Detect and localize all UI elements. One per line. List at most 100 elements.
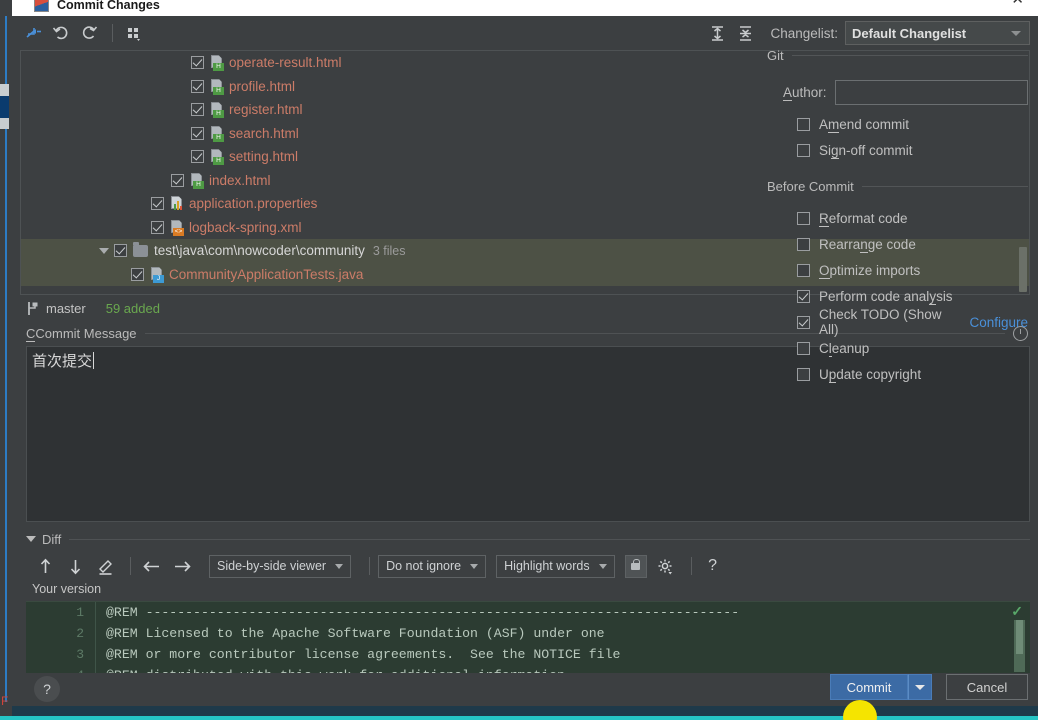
row-checkbox[interactable] xyxy=(131,267,144,281)
expand-all-icon[interactable] xyxy=(704,20,730,46)
perform-code-analysis-label: Perform code analysis xyxy=(819,288,953,305)
group-by-icon[interactable] xyxy=(121,20,147,46)
lock-icon[interactable] xyxy=(624,554,647,578)
window-titlebar: Commit Changes ✕ xyxy=(12,0,1038,16)
line-number: 1 xyxy=(76,605,84,620)
row-checkbox[interactable] xyxy=(191,150,204,164)
checkbox-rearrange-code[interactable]: Rearrange code xyxy=(797,231,1028,257)
rearrange-code-checkbox[interactable] xyxy=(797,237,810,251)
file-name: logback-spring.xml xyxy=(189,219,302,235)
previous-difference-icon[interactable] xyxy=(32,553,58,579)
inspections-ok-icon[interactable]: ✓ xyxy=(1011,603,1023,620)
author-field[interactable] xyxy=(834,80,1028,105)
show-diff-icon[interactable] xyxy=(20,20,46,46)
row-checkbox[interactable] xyxy=(151,220,164,234)
row-checkbox[interactable] xyxy=(191,56,204,70)
line-number: 2 xyxy=(76,626,84,641)
checkbox-optimize-imports[interactable]: Optimize imports xyxy=(797,257,1028,283)
ide-background-chip-a xyxy=(0,84,9,96)
idea-app-icon xyxy=(34,0,49,12)
reformat-code-checkbox[interactable] xyxy=(797,211,810,225)
question-mark-icon[interactable]: ? xyxy=(700,553,726,579)
divider xyxy=(861,185,1028,187)
dialog-button-bar: Commit Cancel xyxy=(830,674,1028,700)
check-todo-checkbox[interactable] xyxy=(797,315,810,329)
checkbox-cleanup[interactable]: Cleanup xyxy=(797,335,1028,361)
sign-off-commit-checkbox[interactable] xyxy=(797,143,810,157)
ide-background-chip-b xyxy=(0,96,9,118)
git-group-header: Git xyxy=(767,46,1028,64)
cancel-button[interactable]: Cancel xyxy=(946,674,1028,700)
rollback-icon[interactable] xyxy=(48,20,74,46)
checkbox-sign-off-commit[interactable]: Sign-off commit xyxy=(797,137,1028,163)
chevron-down-icon xyxy=(335,563,344,569)
diff-scrollbar-thumb[interactable] xyxy=(1016,620,1023,654)
viewer-mode-value: Side-by-side viewer xyxy=(217,559,327,573)
row-checkbox[interactable] xyxy=(191,79,204,93)
row-checkbox[interactable] xyxy=(171,173,184,187)
update-copyright-checkbox[interactable] xyxy=(797,367,810,381)
apply-left-icon[interactable] xyxy=(139,553,165,579)
checkbox-update-copyright[interactable]: Update copyright xyxy=(797,361,1028,387)
row-checkbox[interactable] xyxy=(191,103,204,117)
file-name: setting.html xyxy=(229,149,299,165)
annotate-icon[interactable] xyxy=(92,553,118,579)
code-line: @REM -----------------------------------… xyxy=(106,605,740,620)
configure-link[interactable]: Configure xyxy=(969,315,1028,330)
file-name: profile.html xyxy=(229,78,296,94)
next-difference-icon[interactable] xyxy=(62,553,88,579)
before-commit-group-header: Before Commit xyxy=(767,177,1028,195)
folder-icon xyxy=(133,241,148,257)
diff-section-label: Diff xyxy=(42,531,62,547)
rearrange-code-label: Rearrange code xyxy=(819,236,916,253)
row-checkbox[interactable] xyxy=(151,197,164,211)
commit-options-dropdown[interactable] xyxy=(908,674,932,700)
gear-icon[interactable] xyxy=(653,553,679,579)
amend-commit-checkbox[interactable] xyxy=(797,117,810,131)
optimize-imports-checkbox[interactable] xyxy=(797,263,810,277)
java-file-icon: J xyxy=(150,266,164,283)
xml-file-icon: <> xyxy=(170,219,184,236)
close-icon[interactable]: ✕ xyxy=(1011,0,1024,7)
chevron-down-icon[interactable] xyxy=(99,247,109,254)
viewer-mode-dropdown[interactable]: Side-by-side viewer xyxy=(209,554,352,578)
diff-code-pane[interactable]: 1 2 3 4 @REM ------------------------------… xyxy=(26,601,1030,673)
whitespace-mode-dropdown[interactable]: Do not ignore xyxy=(378,554,487,578)
file-name: register.html xyxy=(229,102,303,118)
checkbox-perform-code-analysis[interactable]: Perform code analysis xyxy=(797,283,1028,309)
html-file-icon: H xyxy=(190,172,204,189)
amend-commit-label: Amend commit xyxy=(819,116,910,133)
row-checkbox[interactable] xyxy=(114,244,127,258)
toolbar-separator xyxy=(130,557,131,575)
reformat-code-label: Reformat code xyxy=(819,210,908,227)
refresh-icon[interactable] xyxy=(76,20,102,46)
file-name: CommunityApplicationTests.java xyxy=(169,266,364,282)
update-copyright-label: Update copyright xyxy=(819,366,922,383)
checkbox-check-todo[interactable]: Check TODO (Show All) Configure xyxy=(797,307,1028,337)
commit-changes-dialog: Changelist: Default Changelist Hoperate-… xyxy=(12,16,1038,706)
html-file-icon: H xyxy=(210,149,224,166)
apply-right-icon[interactable] xyxy=(169,553,195,579)
highlight-mode-value: Highlight words xyxy=(504,559,590,573)
perform-code-analysis-checkbox[interactable] xyxy=(797,289,810,303)
author-row: Author: xyxy=(783,80,1028,105)
toolbar-separator xyxy=(112,24,113,42)
whitespace-mode-value: Do not ignore xyxy=(386,559,462,573)
window-title: Commit Changes xyxy=(57,0,160,12)
commit-button[interactable]: Commit xyxy=(830,674,908,700)
html-file-icon: H xyxy=(210,125,224,142)
row-checkbox[interactable] xyxy=(191,126,204,140)
highlight-mode-dropdown[interactable]: Highlight words xyxy=(496,554,615,578)
help-button[interactable]: ? xyxy=(34,676,60,702)
commit-message-label-text: Commit Message xyxy=(35,325,137,341)
html-file-icon: H xyxy=(210,102,224,119)
checkbox-reformat-code[interactable]: Reformat code xyxy=(797,205,1028,231)
sign-off-commit-label: Sign-off commit xyxy=(819,142,913,159)
diff-scrollbar[interactable] xyxy=(1014,620,1025,672)
checkbox-amend-commit[interactable]: Amend commit xyxy=(797,111,1028,137)
chevron-down-icon xyxy=(598,563,607,569)
commit-message-label: CCommit Message xyxy=(26,325,137,342)
cleanup-checkbox[interactable] xyxy=(797,341,810,355)
author-label: Author: xyxy=(783,85,827,101)
collapse-all-icon[interactable] xyxy=(732,20,758,46)
